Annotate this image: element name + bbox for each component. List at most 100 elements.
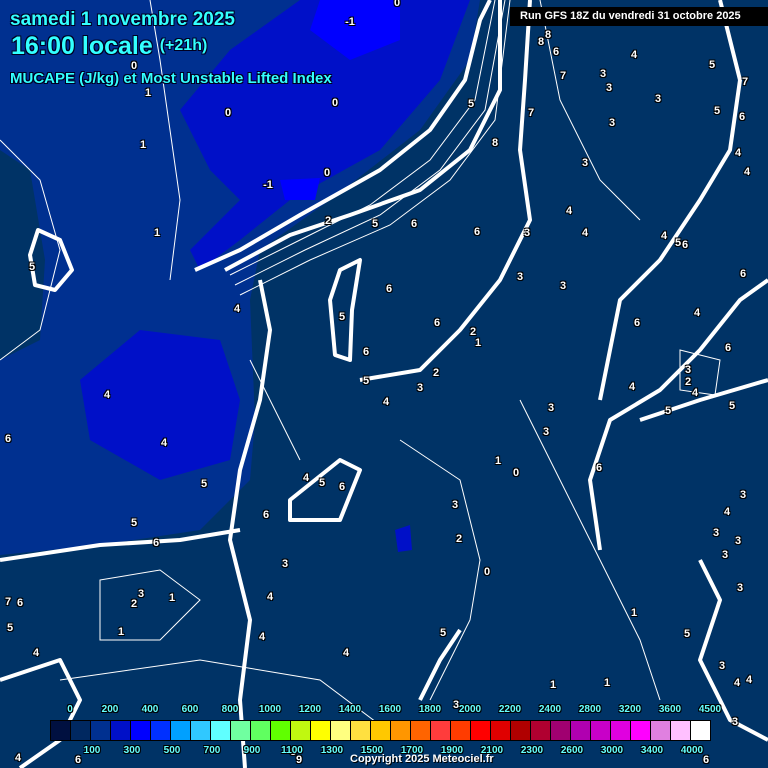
lifted-index-label: 4	[382, 396, 390, 408]
lifted-index-label: 5	[467, 98, 475, 110]
lifted-index-label: 0	[483, 566, 491, 578]
lifted-index-label: 3	[731, 716, 739, 728]
lifted-index-label: 1	[153, 227, 161, 239]
legend-tick-label: 700	[203, 745, 221, 756]
legend-swatch	[431, 721, 451, 740]
lifted-index-label: 3	[736, 582, 744, 594]
lifted-index-label: 3	[718, 660, 726, 672]
legend-tick-label: 1200	[298, 704, 322, 715]
lifted-index-label: 7	[4, 596, 12, 608]
lifted-index-label: -1	[263, 179, 273, 191]
lifted-index-label: 6	[681, 239, 689, 251]
legend-tick-label: 600	[181, 704, 199, 715]
legend-swatch	[611, 721, 631, 740]
legend-tick-label: 1800	[418, 704, 442, 715]
forecast-offset: (+21h)	[159, 37, 208, 54]
lifted-index-label: 3	[712, 527, 720, 539]
lifted-index-label: 4	[581, 227, 589, 239]
lifted-index-label: 3	[581, 157, 589, 169]
lifted-index-label: 3	[605, 82, 613, 94]
lifted-index-label: 3	[608, 117, 616, 129]
lifted-index-label: 3	[547, 402, 555, 414]
lifted-index-label: 5	[130, 517, 138, 529]
legend-swatch	[471, 721, 491, 740]
lifted-index-label: 3	[523, 227, 531, 239]
lifted-index-label: 6	[262, 509, 270, 521]
legend-swatch	[391, 721, 411, 740]
legend-tick-label: 800	[221, 704, 239, 715]
lifted-index-label: 4	[660, 230, 668, 242]
legend-tick-label: 1400	[338, 704, 362, 715]
lifted-index-label: 6	[338, 481, 346, 493]
lifted-index-label: 6	[16, 597, 24, 609]
lifted-index-label: 3	[559, 280, 567, 292]
lifted-index-label: 5	[371, 218, 379, 230]
legend-swatch	[51, 721, 71, 740]
lifted-index-label: 3	[281, 558, 289, 570]
legend-tick-label: 3200	[618, 704, 642, 715]
lifted-index-label: 5	[664, 405, 672, 417]
lifted-index-label: 6	[702, 754, 710, 766]
lifted-index-label: 6	[633, 317, 641, 329]
legend-swatch	[411, 721, 431, 740]
legend-tick-label: 1300	[320, 745, 344, 756]
lifted-index-label: 4	[258, 631, 266, 643]
lifted-index-label: 4	[630, 49, 638, 61]
legend-swatch	[491, 721, 511, 740]
legend-swatch	[551, 721, 571, 740]
legend-tick-label: 900	[243, 745, 261, 756]
lifted-index-label: 3	[654, 93, 662, 105]
legend-swatch	[371, 721, 391, 740]
lifted-index-label: 5	[362, 375, 370, 387]
lifted-index-label: 3	[599, 68, 607, 80]
lifted-index-label: 6	[739, 268, 747, 280]
legend-tick-label: 2800	[578, 704, 602, 715]
lifted-index-label: 6	[362, 346, 370, 358]
lifted-index-label: 7	[559, 70, 567, 82]
legend-tick-label: 1100	[281, 745, 303, 756]
legend-swatch	[311, 721, 331, 740]
lifted-index-label: 0	[331, 97, 339, 109]
copyright: Copyright 2025 Meteociel.fr	[350, 753, 494, 765]
run-banner: Run GFS 18Z du vendredi 31 octobre 2025	[510, 7, 768, 26]
legend-swatch	[271, 721, 291, 740]
legend-swatch	[331, 721, 351, 740]
lifted-index-label: 5	[439, 627, 447, 639]
lifted-index-label: 6	[552, 46, 560, 58]
legend-swatch	[71, 721, 91, 740]
lifted-index-label: 0	[224, 107, 232, 119]
forecast-date: samedi 1 novembre 2025	[10, 9, 235, 30]
legend-swatch	[571, 721, 591, 740]
lifted-index-label: 5	[200, 478, 208, 490]
color-scale-bar	[50, 720, 711, 741]
lifted-index-label: 3	[137, 588, 145, 600]
lifted-index-label: 5	[683, 628, 691, 640]
lifted-index-label: 1	[168, 592, 176, 604]
legend-tick-label: 0	[67, 704, 73, 715]
legend-tick-label: 2300	[520, 745, 544, 756]
lifted-index-label: 3	[516, 271, 524, 283]
lifted-index-label: 6	[4, 433, 12, 445]
legend-swatch	[651, 721, 671, 740]
legend-tick-label: 2200	[498, 704, 522, 715]
lifted-index-label: 5	[6, 622, 14, 634]
legend-swatch	[691, 721, 710, 740]
lifted-index-label: 3	[739, 489, 747, 501]
legend-swatch	[591, 721, 611, 740]
legend-swatch	[351, 721, 371, 740]
lifted-index-label: 4	[103, 389, 111, 401]
lifted-index-label: 3	[542, 426, 550, 438]
lifted-index-label: 8	[544, 29, 552, 41]
lifted-index-label: 1	[630, 607, 638, 619]
lifted-index-label: 6	[473, 226, 481, 238]
legend-swatch	[211, 721, 231, 740]
lifted-index-label: 4	[160, 437, 168, 449]
lifted-index-label: 7	[741, 76, 749, 88]
legend-swatch	[111, 721, 131, 740]
lifted-index-label: 5	[708, 59, 716, 71]
lifted-index-label: 8	[537, 36, 545, 48]
legend-swatch	[151, 721, 171, 740]
mucape-map	[0, 0, 768, 768]
lifted-index-label: 4	[733, 677, 741, 689]
forecast-local-time: 16:00 locale	[11, 32, 153, 60]
